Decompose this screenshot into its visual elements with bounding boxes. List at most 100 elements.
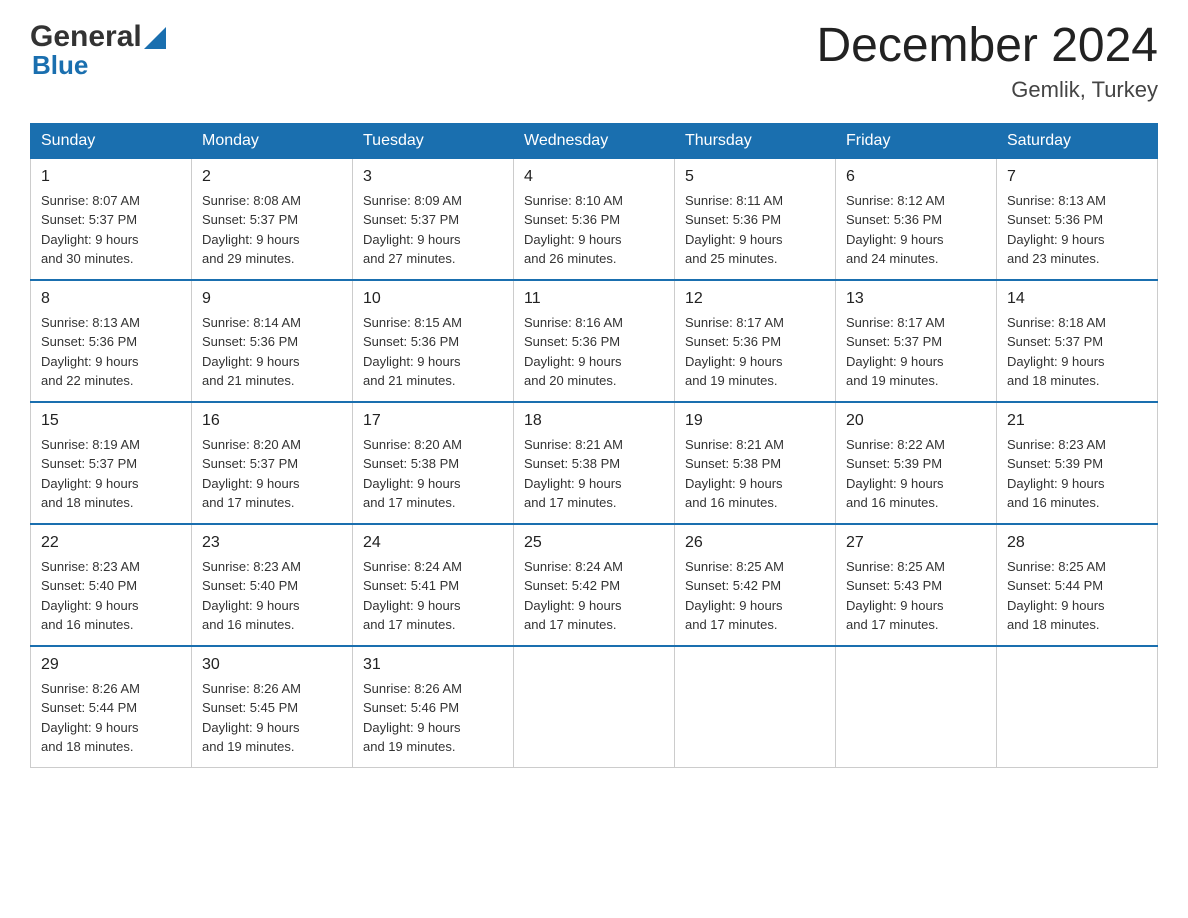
calendar-cell: 30Sunrise: 8:26 AMSunset: 5:45 PMDayligh…	[192, 646, 353, 768]
sunrise-info: Sunrise: 8:17 AM	[685, 315, 784, 330]
sunset-info: Sunset: 5:37 PM	[202, 212, 298, 227]
calendar-cell: 1Sunrise: 8:07 AMSunset: 5:37 PMDaylight…	[31, 158, 192, 280]
day-number: 1	[41, 165, 181, 189]
daylight-minutes: and 19 minutes.	[846, 373, 939, 388]
page-header: General Blue December 2024 Gemlik, Turke…	[30, 20, 1158, 103]
day-number: 7	[1007, 165, 1147, 189]
calendar-cell: 2Sunrise: 8:08 AMSunset: 5:37 PMDaylight…	[192, 158, 353, 280]
calendar-cell: 5Sunrise: 8:11 AMSunset: 5:36 PMDaylight…	[675, 158, 836, 280]
daylight-info: Daylight: 9 hours	[846, 232, 944, 247]
day-number: 21	[1007, 409, 1147, 433]
day-number: 13	[846, 287, 986, 311]
daylight-minutes: and 30 minutes.	[41, 251, 134, 266]
day-number: 20	[846, 409, 986, 433]
daylight-minutes: and 24 minutes.	[846, 251, 939, 266]
day-number: 18	[524, 409, 664, 433]
day-number: 27	[846, 531, 986, 555]
sunrise-info: Sunrise: 8:26 AM	[202, 681, 301, 696]
sunrise-info: Sunrise: 8:11 AM	[685, 193, 783, 208]
sunrise-info: Sunrise: 8:17 AM	[846, 315, 945, 330]
daylight-minutes: and 18 minutes.	[41, 495, 134, 510]
day-number: 14	[1007, 287, 1147, 311]
sunset-info: Sunset: 5:36 PM	[363, 334, 459, 349]
sunset-info: Sunset: 5:42 PM	[524, 578, 620, 593]
calendar-cell: 29Sunrise: 8:26 AMSunset: 5:44 PMDayligh…	[31, 646, 192, 768]
daylight-minutes: and 23 minutes.	[1007, 251, 1100, 266]
day-number: 5	[685, 165, 825, 189]
sunrise-info: Sunrise: 8:19 AM	[41, 437, 140, 452]
day-number: 26	[685, 531, 825, 555]
sunset-info: Sunset: 5:40 PM	[202, 578, 298, 593]
sunset-info: Sunset: 5:39 PM	[1007, 456, 1103, 471]
calendar-cell	[514, 646, 675, 768]
daylight-minutes: and 16 minutes.	[41, 617, 134, 632]
daylight-info: Daylight: 9 hours	[685, 476, 783, 491]
week-row-1: 1 Sunrise: 8:07 AM Sunset: 5:37 PM Daylight…	[31, 158, 1158, 280]
sunrise-info: Sunrise: 8:23 AM	[1007, 437, 1106, 452]
sunrise-info: Sunrise: 8:08 AM	[202, 193, 301, 208]
calendar-cell: 3Sunrise: 8:09 AMSunset: 5:37 PMDaylight…	[353, 158, 514, 280]
calendar-cell: 13Sunrise: 8:17 AMSunset: 5:37 PMDayligh…	[836, 280, 997, 402]
daylight-minutes: and 27 minutes.	[363, 251, 456, 266]
daylight-info: Daylight: 9 hours	[363, 476, 461, 491]
daylight-info: Daylight: 9 hours	[41, 598, 139, 613]
sunrise-info: Sunrise: 8:18 AM	[1007, 315, 1106, 330]
day-number: 25	[524, 531, 664, 555]
day-number: 28	[1007, 531, 1147, 555]
daylight-minutes: and 17 minutes.	[524, 617, 617, 632]
calendar-cell: 12Sunrise: 8:17 AMSunset: 5:36 PMDayligh…	[675, 280, 836, 402]
day-number: 23	[202, 531, 342, 555]
sunrise-info: Sunrise: 8:12 AM	[846, 193, 945, 208]
calendar-cell: 6 Sunrise: 8:12 AM Sunset: 5:36 PM Daylight…	[836, 158, 997, 280]
daylight-info: Daylight: 9 hours	[1007, 232, 1105, 247]
sunrise-info: Sunrise: 8:13 AM	[41, 315, 140, 330]
col-monday: Monday	[192, 123, 353, 158]
daylight-info: Daylight: 9 hours	[202, 476, 300, 491]
day-number: 6	[846, 165, 986, 189]
daylight-minutes: and 20 minutes.	[524, 373, 617, 388]
sunset-info: Sunset: 5:40 PM	[41, 578, 137, 593]
daylight-info: Daylight: 9 hours	[846, 354, 944, 369]
daylight-minutes: and 17 minutes.	[846, 617, 939, 632]
daylight-minutes: and 18 minutes.	[1007, 373, 1100, 388]
sunrise-info: Sunrise: 8:23 AM	[41, 559, 140, 574]
daylight-minutes: and 19 minutes.	[363, 739, 456, 754]
calendar-cell: 20Sunrise: 8:22 AMSunset: 5:39 PMDayligh…	[836, 402, 997, 524]
sunrise-info: Sunrise: 8:22 AM	[846, 437, 945, 452]
daylight-info: Daylight: 9 hours	[524, 232, 622, 247]
daylight-minutes: and 16 minutes.	[846, 495, 939, 510]
calendar-cell: 23Sunrise: 8:23 AMSunset: 5:40 PMDayligh…	[192, 524, 353, 646]
day-number: 15	[41, 409, 181, 433]
sunrise-info: Sunrise: 8:15 AM	[363, 315, 462, 330]
calendar-cell: 21Sunrise: 8:23 AMSunset: 5:39 PMDayligh…	[997, 402, 1158, 524]
week-row-3: 15 Sunrise: 8:19 AM Sunset: 5:37 PM Dayligh…	[31, 402, 1158, 524]
sunset-info: Sunset: 5:36 PM	[846, 212, 942, 227]
title-block: December 2024 Gemlik, Turkey	[816, 20, 1158, 103]
sunrise-info: Sunrise: 8:25 AM	[685, 559, 784, 574]
day-number: 24	[363, 531, 503, 555]
calendar-cell: 24Sunrise: 8:24 AMSunset: 5:41 PMDayligh…	[353, 524, 514, 646]
col-saturday: Saturday	[997, 123, 1158, 158]
daylight-minutes: and 16 minutes.	[202, 617, 295, 632]
daylight-minutes: and 26 minutes.	[524, 251, 617, 266]
day-number: 16	[202, 409, 342, 433]
calendar-cell: 22Sunrise: 8:23 AMSunset: 5:40 PMDayligh…	[31, 524, 192, 646]
sunrise-info: Sunrise: 8:14 AM	[202, 315, 301, 330]
calendar-table: Sunday Monday Tuesday Wednesday Thursday…	[30, 123, 1158, 768]
sunset-info: Sunset: 5:38 PM	[524, 456, 620, 471]
col-sunday: Sunday	[31, 123, 192, 158]
daylight-info: Daylight: 9 hours	[846, 598, 944, 613]
calendar-cell	[997, 646, 1158, 768]
calendar-cell: 11Sunrise: 8:16 AMSunset: 5:36 PMDayligh…	[514, 280, 675, 402]
calendar-cell: 7Sunrise: 8:13 AMSunset: 5:36 PMDaylight…	[997, 158, 1158, 280]
daylight-minutes: and 16 minutes.	[1007, 495, 1100, 510]
sunrise-info: Sunrise: 8:07 AM	[41, 193, 140, 208]
sunset-info: Sunset: 5:37 PM	[202, 456, 298, 471]
daylight-info: Daylight: 9 hours	[202, 354, 300, 369]
day-number: 29	[41, 653, 181, 677]
daylight-minutes: and 17 minutes.	[363, 617, 456, 632]
calendar-cell: 15Sunrise: 8:19 AMSunset: 5:37 PMDayligh…	[31, 402, 192, 524]
calendar-cell: 16Sunrise: 8:20 AMSunset: 5:37 PMDayligh…	[192, 402, 353, 524]
day-number: 9	[202, 287, 342, 311]
daylight-info: Daylight: 9 hours	[524, 476, 622, 491]
